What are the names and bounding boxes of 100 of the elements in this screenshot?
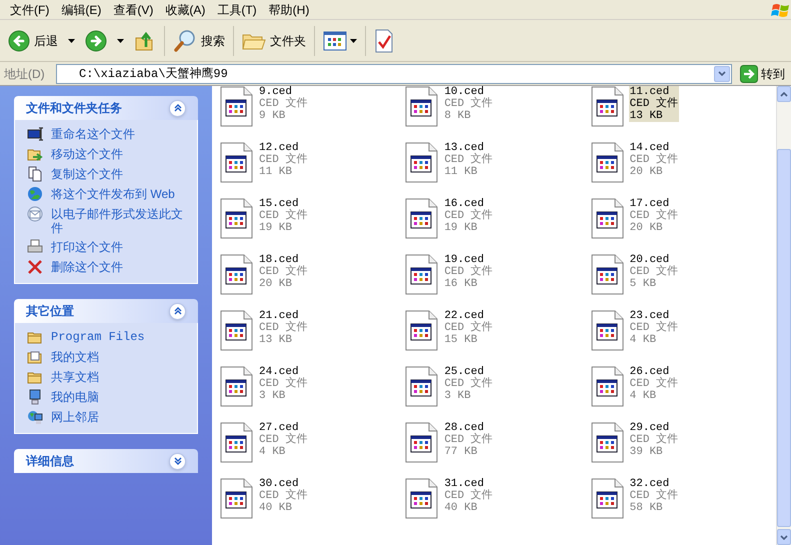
file-name: 17.ced <box>630 198 670 210</box>
task-link[interactable]: 打印这个文件 <box>51 239 123 254</box>
file-icon <box>405 198 440 240</box>
printer-icon <box>27 239 43 255</box>
file-size: 19 KB <box>444 222 478 234</box>
task-link[interactable]: 重命名这个文件 <box>51 126 135 141</box>
expand-button[interactable] <box>169 452 186 470</box>
file-size: 77 KB <box>444 446 478 458</box>
file-type: CED 文件 <box>444 210 493 222</box>
computer-icon <box>27 389 43 405</box>
task-link[interactable]: 删除这个文件 <box>51 259 123 274</box>
menu-item[interactable]: 工具(T) <box>211 0 263 18</box>
back-button[interactable]: 后退 <box>6 24 60 58</box>
task-link[interactable]: 以电子邮件形式发送此文件 <box>51 206 185 235</box>
search-button[interactable]: 搜索 <box>171 24 227 58</box>
panel-header[interactable]: 其它位置 <box>14 299 198 323</box>
menu-item[interactable]: 编辑(E) <box>55 0 108 18</box>
go-button[interactable]: 转到 <box>740 64 787 82</box>
file-size: 11 KB <box>444 166 478 178</box>
menu-item[interactable]: 收藏(A) <box>159 0 212 18</box>
scroll-thumb[interactable] <box>777 149 791 527</box>
file-icon <box>405 478 440 520</box>
scroll-up-button[interactable] <box>777 86 791 102</box>
file-icon <box>220 422 254 464</box>
address-dropdown-button[interactable] <box>714 66 730 82</box>
double-chevron-down-icon <box>174 457 182 465</box>
file-type: CED 文件 <box>259 210 308 222</box>
file-name: 27.ced <box>259 422 299 434</box>
file-icon <box>220 254 254 296</box>
file-name: 14.ced <box>630 142 670 154</box>
collapse-button[interactable] <box>169 100 186 116</box>
file-icon <box>220 366 254 408</box>
task-link[interactable]: 我的文档 <box>51 349 99 364</box>
file-type: CED 文件 <box>630 266 678 278</box>
file-type: CED 文件 <box>444 98 493 110</box>
panel-header[interactable]: 详细信息 <box>14 449 198 473</box>
address-field[interactable]: C:\xiaziaba\天蟹神鹰99 <box>56 64 732 84</box>
file-size: 15 KB <box>444 334 478 346</box>
file-name: 31.ced <box>444 478 484 490</box>
file-name: 19.ced <box>444 254 484 266</box>
file-icon <box>590 310 625 352</box>
file-type: CED 文件 <box>444 378 493 390</box>
file-icon <box>220 142 254 184</box>
panel-title: 详细信息 <box>26 453 75 470</box>
file-name: 10.ced <box>444 86 484 98</box>
task-link[interactable]: 复制这个文件 <box>51 166 123 181</box>
file-icon <box>590 478 625 520</box>
file-icon <box>405 254 440 296</box>
task-link[interactable]: 将这个文件发布到 Web <box>51 186 175 201</box>
file-size: 4 KB <box>259 446 286 458</box>
file-name: 22.ced <box>444 310 484 322</box>
file-size: 11 KB <box>259 166 294 178</box>
menu-item[interactable]: 查看(V) <box>107 0 160 18</box>
file-type: CED 文件 <box>444 266 493 278</box>
file-type: CED 文件 <box>630 98 678 110</box>
file-size: 8 KB <box>444 110 472 122</box>
file-size: 20 KB <box>630 222 664 234</box>
file-size: 20 KB <box>630 166 664 178</box>
rename-icon <box>27 126 43 142</box>
chevron-up-icon <box>780 92 788 96</box>
file-icon <box>590 198 625 240</box>
file-icon <box>220 310 254 352</box>
file-type: CED 文件 <box>444 154 493 166</box>
file-type: CED 文件 <box>630 434 678 446</box>
caret-icon <box>117 38 124 42</box>
file-size: 4 KB <box>630 334 658 346</box>
folders-button[interactable]: 文件夹 <box>240 24 308 58</box>
menu-item[interactable]: 文件(F) <box>4 0 56 18</box>
file-type: CED 文件 <box>630 322 678 334</box>
documents-folder-icon <box>27 349 43 365</box>
file-name: 20.ced <box>630 254 670 266</box>
file-size: 39 KB <box>630 446 664 458</box>
file-size: 3 KB <box>444 390 472 402</box>
menu-item[interactable]: 帮助(H) <box>262 0 316 18</box>
task-link[interactable]: 共享文档 <box>51 369 99 384</box>
file-type: CED 文件 <box>259 266 308 278</box>
file-size: 4 KB <box>630 390 658 402</box>
panel-title: 文件和文件夹任务 <box>26 100 123 117</box>
envelope-icon <box>27 206 43 222</box>
task-link[interactable]: Program Files <box>51 329 145 344</box>
collapse-button[interactable] <box>169 302 186 320</box>
file-label[interactable]: 11.ced CED 文件 13 KB <box>628 86 680 122</box>
file-name: 29.ced <box>630 422 670 434</box>
panel-header[interactable]: 文件和文件夹任务 <box>14 96 198 120</box>
file-name: 13.ced <box>444 142 484 154</box>
chevron-down-icon <box>780 534 788 540</box>
file-type: CED 文件 <box>259 322 308 334</box>
task-link[interactable]: 我的电脑 <box>51 389 99 404</box>
scrollbar[interactable] <box>776 86 791 545</box>
file-icon <box>405 86 440 128</box>
file-type: CED 文件 <box>630 210 678 222</box>
file-type: CED 文件 <box>444 434 493 446</box>
file-type: CED 文件 <box>444 322 493 334</box>
search-icon <box>173 28 197 52</box>
file-icon <box>405 422 440 464</box>
file-type: CED 文件 <box>259 98 308 110</box>
scroll-down-button[interactable] <box>777 529 791 545</box>
task-link[interactable]: 移动这个文件 <box>51 146 123 161</box>
file-name: 28.ced <box>444 422 484 434</box>
task-link[interactable]: 网上邻居 <box>51 409 99 424</box>
